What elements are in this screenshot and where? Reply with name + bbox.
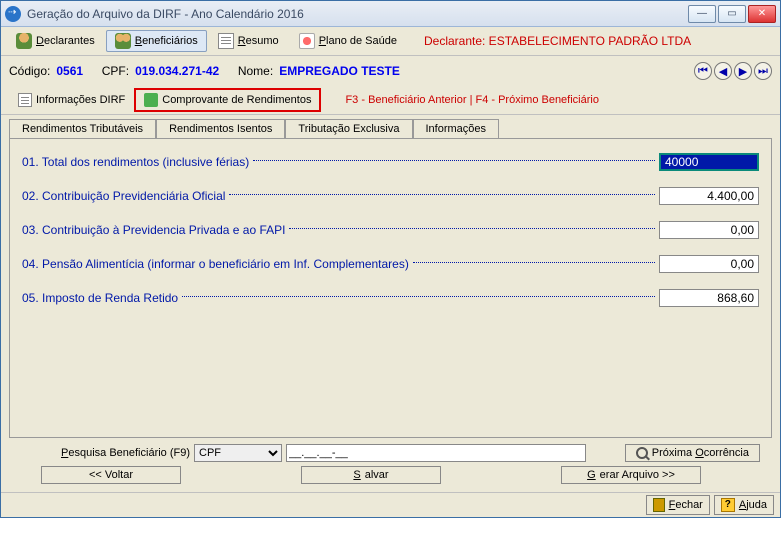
codigo-label: Código: xyxy=(9,64,50,78)
voltar-button[interactable]: << Voltar xyxy=(41,466,181,484)
document-icon xyxy=(18,93,32,107)
cpf-label: CPF: xyxy=(102,64,129,78)
beneficiary-info-row: Código: 0561 CPF: 019.034.271-42 Nome: E… xyxy=(1,56,780,86)
field-row-01: 01. Total dos rendimentos (inclusive fér… xyxy=(22,153,759,171)
door-icon xyxy=(653,498,665,512)
resumo-label: Resumo xyxy=(238,35,279,47)
field-label: 04. Pensão Alimentícia (informar o benef… xyxy=(22,257,409,271)
close-button[interactable]: ✕ xyxy=(748,5,776,23)
nav-next-button[interactable]: ▶ xyxy=(734,62,752,80)
comprovante-label: Comprovante de Rendimentos xyxy=(162,94,311,106)
inner-tabs: Rendimentos Tributáveis Rendimentos Isen… xyxy=(1,115,780,138)
informacoes-dirf-label: Informações DIRF xyxy=(36,94,125,106)
comprovante-tab[interactable]: Comprovante de Rendimentos xyxy=(134,88,321,112)
nome-label: Nome: xyxy=(238,64,273,78)
ajuda-button[interactable]: ? Ajuda xyxy=(714,495,774,515)
main-window: Geração do Arquivo da DIRF - Ano Calendá… xyxy=(0,0,781,518)
search-icon xyxy=(636,447,648,459)
field-label: 02. Contribuição Previdenciária Oficial xyxy=(22,189,225,203)
beneficiarios-label: Beneficiários xyxy=(135,35,198,47)
search-row: Pesquisa Beneficiário (F9) CPF Próxima O… xyxy=(1,442,780,464)
field-row-05: 05. Imposto de Renda Retido xyxy=(22,289,759,307)
nav-prev-button[interactable]: ◀ xyxy=(714,62,732,80)
cpf-value: 019.034.271-42 xyxy=(135,64,219,78)
informacoes-dirf-tab[interactable]: Informações DIRF xyxy=(9,89,134,111)
certificate-icon xyxy=(144,93,158,107)
search-label: Pesquisa Beneficiário (F9) xyxy=(61,447,190,459)
gerar-arquivo-button[interactable]: Gerar Arquivo >> xyxy=(561,466,701,484)
field-01-input[interactable] xyxy=(659,153,759,171)
plano-label: Plano de Saúde xyxy=(319,35,397,47)
action-buttons-row: << Voltar Salvar Gerar Arquivo >> xyxy=(1,464,780,492)
titlebar: Geração do Arquivo da DIRF - Ano Calendá… xyxy=(1,1,780,27)
tab-isentos[interactable]: Rendimentos Isentos xyxy=(156,119,285,138)
subtab-row: Informações DIRF Comprovante de Rendimen… xyxy=(1,86,780,115)
salvar-button[interactable]: Salvar xyxy=(301,466,441,484)
field-04-input[interactable] xyxy=(659,255,759,273)
tab-informacoes[interactable]: Informações xyxy=(413,119,500,138)
health-icon xyxy=(299,33,315,49)
search-input[interactable] xyxy=(286,444,586,462)
field-label: 01. Total dos rendimentos (inclusive fér… xyxy=(22,155,249,169)
search-type-select[interactable]: CPF xyxy=(194,444,282,462)
field-row-04: 04. Pensão Alimentícia (informar o benef… xyxy=(22,255,759,273)
field-row-02: 02. Contribuição Previdenciária Oficial xyxy=(22,187,759,205)
resumo-button[interactable]: Resumo xyxy=(209,30,288,52)
tab-exclusiva[interactable]: Tributação Exclusiva xyxy=(285,119,412,138)
window-title: Geração do Arquivo da DIRF - Ano Calendá… xyxy=(27,7,686,21)
document-icon xyxy=(218,33,234,49)
codigo-value: 0561 xyxy=(56,64,83,78)
main-toolbar: Declarantes Beneficiários Resumo Plano d… xyxy=(1,27,780,56)
app-icon xyxy=(5,6,21,22)
nav-hint-text: F3 - Beneficiário Anterior | F4 - Próxim… xyxy=(345,94,599,106)
minimize-button[interactable]: — xyxy=(688,5,716,23)
footer: Fechar ? Ajuda xyxy=(1,492,780,517)
declarantes-label: Declarantes xyxy=(36,35,95,47)
declarantes-button[interactable]: Declarantes xyxy=(7,30,104,52)
field-05-input[interactable] xyxy=(659,289,759,307)
record-nav: ⏮ ◀ ▶ ⏭ xyxy=(694,62,772,80)
field-03-input[interactable] xyxy=(659,221,759,239)
proxima-ocorrencia-button[interactable]: Próxima Ocorrência xyxy=(625,444,760,462)
tab-content: 01. Total dos rendimentos (inclusive fér… xyxy=(9,138,772,438)
field-02-input[interactable] xyxy=(659,187,759,205)
declarante-info: Declarante: ESTABELECIMENTO PADRÃO LTDA xyxy=(424,34,691,48)
nav-last-button[interactable]: ⏭ xyxy=(754,62,772,80)
maximize-button[interactable]: ▭ xyxy=(718,5,746,23)
nav-first-button[interactable]: ⏮ xyxy=(694,62,712,80)
help-icon: ? xyxy=(721,498,735,512)
fechar-button[interactable]: Fechar xyxy=(646,495,710,515)
field-label: 03. Contribuição à Previdencia Privada e… xyxy=(22,223,285,237)
tab-tributaveis[interactable]: Rendimentos Tributáveis xyxy=(9,119,156,138)
person-icon xyxy=(16,33,32,49)
field-row-03: 03. Contribuição à Previdencia Privada e… xyxy=(22,221,759,239)
field-label: 05. Imposto de Renda Retido xyxy=(22,291,178,305)
people-icon xyxy=(115,33,131,49)
nome-value: EMPREGADO TESTE xyxy=(279,64,400,78)
beneficiarios-button[interactable]: Beneficiários xyxy=(106,30,207,52)
plano-saude-button[interactable]: Plano de Saúde xyxy=(290,30,406,52)
